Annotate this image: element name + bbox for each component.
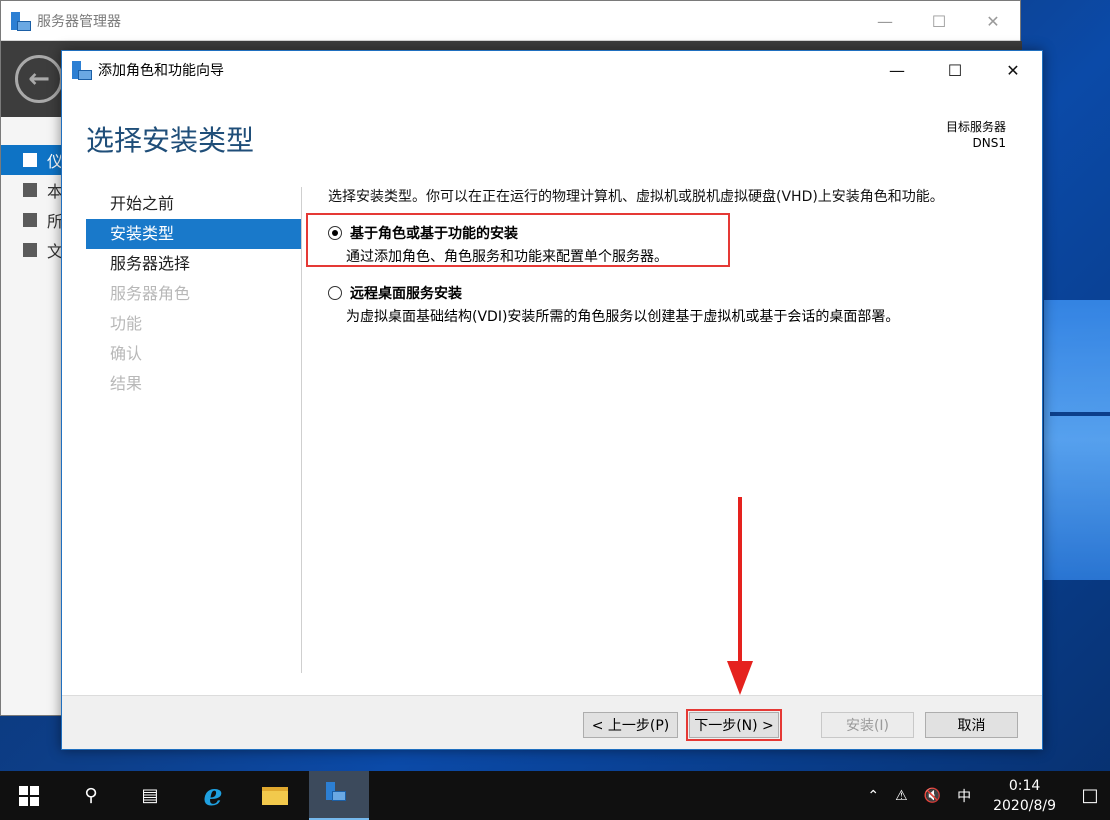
step-server-selection[interactable]: 服务器选择: [86, 249, 301, 279]
volume-muted-icon[interactable]: 🔇: [916, 788, 949, 804]
maximize-icon[interactable]: ☐: [926, 51, 984, 89]
server-manager-taskbar-button[interactable]: [309, 771, 369, 820]
nav-item-all[interactable]: 所: [1, 205, 63, 235]
option-remote-desktop[interactable]: 远程桌面服务安装 为虚拟桌面基础结构(VDI)安装所需的角色服务以创建基于虚拟机…: [328, 283, 899, 326]
file-explorer-button[interactable]: [246, 771, 304, 820]
desktop-wallpaper-logo: [1040, 300, 1110, 580]
intro-text: 选择安装类型。你可以在正在运行的物理计算机、虚拟机或脱机虚拟硬盘(VHD)上安装…: [328, 189, 944, 205]
ime-indicator[interactable]: 中: [949, 786, 979, 806]
back-arrow-icon[interactable]: ←: [15, 55, 63, 103]
search-icon: ⚲: [84, 785, 98, 806]
wizard-steps: 开始之前 安装类型 服务器选择 服务器角色 功能 确认 结果: [86, 189, 301, 399]
server-manager-title: 服务器管理器: [37, 13, 121, 30]
target-server-label: 目标服务器: [945, 120, 1006, 134]
step-before-you-begin[interactable]: 开始之前: [86, 189, 301, 219]
clock-date: 2020/8/9: [993, 797, 1056, 814]
target-server: 目标服务器 DNS1: [946, 119, 1006, 151]
server-manager-nav: 仪 本 所 文: [1, 117, 63, 715]
minimize-icon[interactable]: —: [858, 1, 912, 41]
task-view-button[interactable]: ▤: [121, 771, 179, 820]
step-installation-type[interactable]: 安装类型: [86, 219, 301, 249]
target-server-value: DNS1: [972, 136, 1006, 150]
wizard-title: 添加角色和功能向导: [98, 63, 224, 79]
step-results: 结果: [110, 374, 143, 393]
wizard-footer: < 上一步(P) 下一步(N) > 安装(I) 取消: [62, 695, 1042, 749]
taskbar: ⚲ ▤ e ⌃ ⚠ 🔇 中 0:14 2020/8/9 □: [0, 771, 1110, 820]
option-remote-desktop-label[interactable]: 远程桌面服务安装: [350, 283, 462, 303]
annotation-arrow-shaft: [738, 497, 742, 665]
servers-icon: [23, 213, 37, 227]
internet-explorer-button[interactable]: e: [184, 771, 242, 820]
step-features: 功能: [110, 314, 143, 333]
add-roles-wizard: 添加角色和功能向导 — ☐ ✕ 选择安装类型 目标服务器 DNS1 开始之前 安…: [61, 50, 1043, 750]
clock-time: 0:14: [1008, 777, 1041, 794]
step-confirmation: 确认: [110, 344, 143, 363]
nav-item-files[interactable]: 文: [1, 235, 63, 265]
annotation-highlight-option: [306, 213, 730, 267]
minimize-icon[interactable]: —: [868, 51, 926, 89]
wizard-content: 选择安装类型。你可以在正在运行的物理计算机、虚拟机或脱机虚拟硬盘(VHD)上安装…: [328, 187, 1028, 325]
close-icon[interactable]: ✕: [966, 1, 1020, 41]
files-icon: [23, 243, 37, 257]
server-manager-icon: [326, 781, 352, 808]
wizard-titlebar: 添加角色和功能向导 — ☐ ✕: [62, 51, 1042, 89]
system-tray: ⌃ ⚠ 🔇 中 0:14 2020/8/9 □: [859, 771, 1110, 820]
folder-icon: [262, 786, 288, 805]
dashboard-icon: [23, 153, 37, 167]
close-icon[interactable]: ✕: [984, 51, 1042, 89]
internet-explorer-icon: e: [203, 778, 223, 813]
start-button[interactable]: [0, 771, 58, 820]
wizard-app-icon: [72, 61, 92, 80]
windows-icon: [19, 785, 39, 806]
install-button: 安装(I): [821, 712, 914, 738]
annotation-arrow-head: [727, 661, 753, 695]
notification-icon[interactable]: □: [1070, 771, 1110, 820]
maximize-icon[interactable]: ☐: [912, 1, 966, 41]
chevron-up-icon[interactable]: ⌃: [859, 788, 887, 804]
network-warning-icon[interactable]: ⚠: [887, 788, 916, 804]
option-remote-desktop-desc: 为虚拟桌面基础结构(VDI)安装所需的角色服务以创建基于虚拟机或基于会话的桌面部…: [346, 309, 900, 325]
server-icon: [23, 183, 37, 197]
step-server-roles: 服务器角色: [110, 284, 191, 303]
server-manager-titlebar: 服务器管理器 — ☐ ✕: [1, 1, 1020, 41]
page-title: 选择安装类型: [86, 124, 255, 157]
search-button[interactable]: ⚲: [62, 771, 120, 820]
nav-item-local[interactable]: 本: [1, 175, 63, 205]
cancel-button[interactable]: 取消: [925, 712, 1018, 738]
task-view-icon: ▤: [141, 785, 159, 806]
radio-remote-desktop[interactable]: [328, 286, 342, 300]
server-manager-icon: [11, 11, 31, 31]
nav-item-dashboard[interactable]: 仪: [1, 145, 63, 175]
divider: [301, 187, 302, 673]
next-button[interactable]: 下一步(N) >: [689, 712, 779, 738]
previous-button[interactable]: < 上一步(P): [583, 712, 678, 738]
clock[interactable]: 0:14 2020/8/9: [979, 776, 1070, 816]
